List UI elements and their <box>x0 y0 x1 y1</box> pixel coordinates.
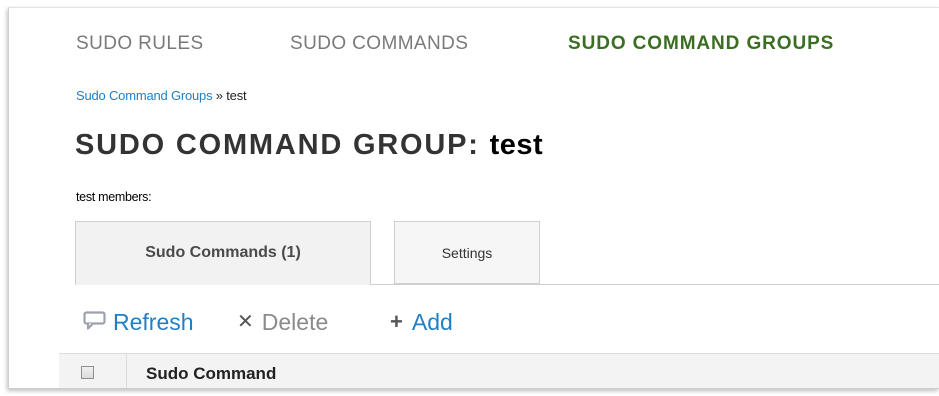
tab-settings-label: Settings <box>441 245 493 261</box>
refresh-label: Refresh <box>113 309 194 335</box>
breadcrumb-parent-link[interactable]: Sudo Command Groups <box>76 88 213 103</box>
select-all-checkbox[interactable] <box>81 366 94 379</box>
refresh-button[interactable]: Refresh <box>83 307 194 339</box>
select-all-cell <box>59 354 127 388</box>
nav-sudo-commands[interactable]: SUDO COMMANDS <box>290 33 468 55</box>
breadcrumb: Sudo Command Groups » test <box>76 88 247 103</box>
app-frame: SUDO RULES SUDO COMMANDS SUDO COMMAND GR… <box>8 7 939 389</box>
members-label: test members: <box>76 190 152 204</box>
add-button[interactable]: + Add <box>390 307 453 339</box>
nav-sudo-rules[interactable]: SUDO RULES <box>76 33 204 55</box>
refresh-icon <box>83 307 107 337</box>
tab-sudo-commands[interactable]: Sudo Commands (1) <box>75 221 371 285</box>
delete-button[interactable]: ✕ Delete <box>237 307 328 339</box>
column-header-sudo-command[interactable]: Sudo Command <box>146 354 276 388</box>
delete-x-icon: ✕ <box>237 310 254 333</box>
page-title-prefix: SUDO COMMAND GROUP: <box>75 129 480 161</box>
page-title: SUDO COMMAND GROUP: test <box>75 129 543 162</box>
table-header-row: Sudo Command <box>59 353 939 388</box>
delete-label: Delete <box>261 309 329 335</box>
tab-divider <box>371 284 939 285</box>
tab-sudo-commands-label: Sudo Commands (1) <box>145 244 301 261</box>
page-title-entity: test <box>489 129 544 161</box>
breadcrumb-current: test <box>226 88 247 103</box>
tab-settings[interactable]: Settings <box>394 221 540 284</box>
plus-icon: + <box>390 308 403 334</box>
breadcrumb-separator: » <box>212 88 227 103</box>
nav-sudo-command-groups[interactable]: SUDO COMMAND GROUPS <box>568 33 834 55</box>
add-label: Add <box>411 309 453 335</box>
